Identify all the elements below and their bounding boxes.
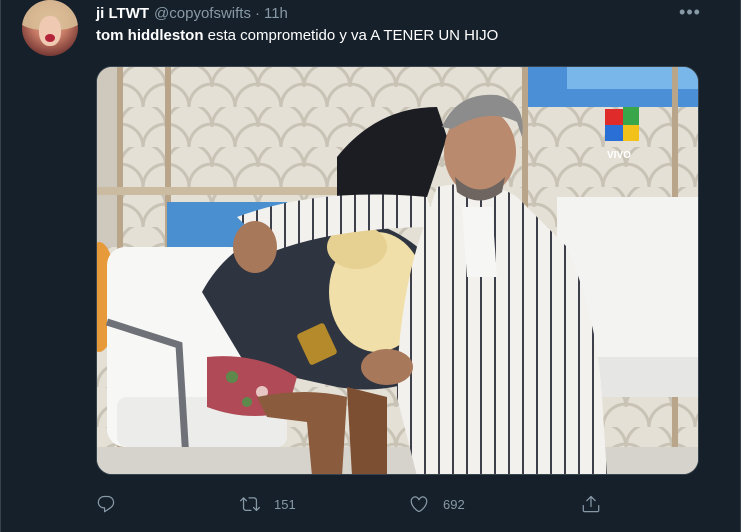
more-options-button[interactable]: •••: [678, 2, 702, 22]
retweet-button[interactable]: 151: [240, 492, 296, 516]
share-icon: [582, 495, 600, 513]
share-button[interactable]: [581, 492, 601, 516]
tweet-timestamp[interactable]: 11h: [264, 5, 288, 22]
tweet-media-image[interactable]: VIVO: [96, 66, 699, 475]
more-icon: •••: [679, 1, 701, 22]
avatar-mouth: [45, 34, 55, 42]
media-photo: VIVO: [97, 67, 698, 474]
tweet-text: tom hiddleston esta comprometido y va A …: [96, 27, 498, 44]
tweet-actions: 151 692: [96, 492, 616, 516]
tweet-text-rest: esta comprometido y va A TENER UN HIJO: [203, 27, 499, 44]
user-handle[interactable]: @copyofswifts: [154, 5, 251, 22]
tweet: ji LTWT @copyofswifts · 11h ••• tom hidd…: [0, 0, 741, 532]
retweet-count: 151: [274, 496, 296, 512]
reply-icon: [97, 495, 115, 513]
retweet-icon: [240, 497, 260, 512]
heart-icon: [410, 496, 428, 513]
like-button[interactable]: 692: [409, 492, 465, 516]
like-count: 692: [443, 496, 465, 512]
display-name[interactable]: ji LTWT: [96, 5, 149, 22]
separator-dot: ·: [254, 4, 260, 22]
logo-text: VIVO: [607, 150, 631, 161]
tweet-text-bold: tom hiddleston: [96, 27, 204, 44]
avatar[interactable]: [22, 0, 78, 56]
reply-button[interactable]: [96, 492, 116, 516]
tweet-header: ji LTWT @copyofswifts · 11h: [96, 3, 288, 23]
